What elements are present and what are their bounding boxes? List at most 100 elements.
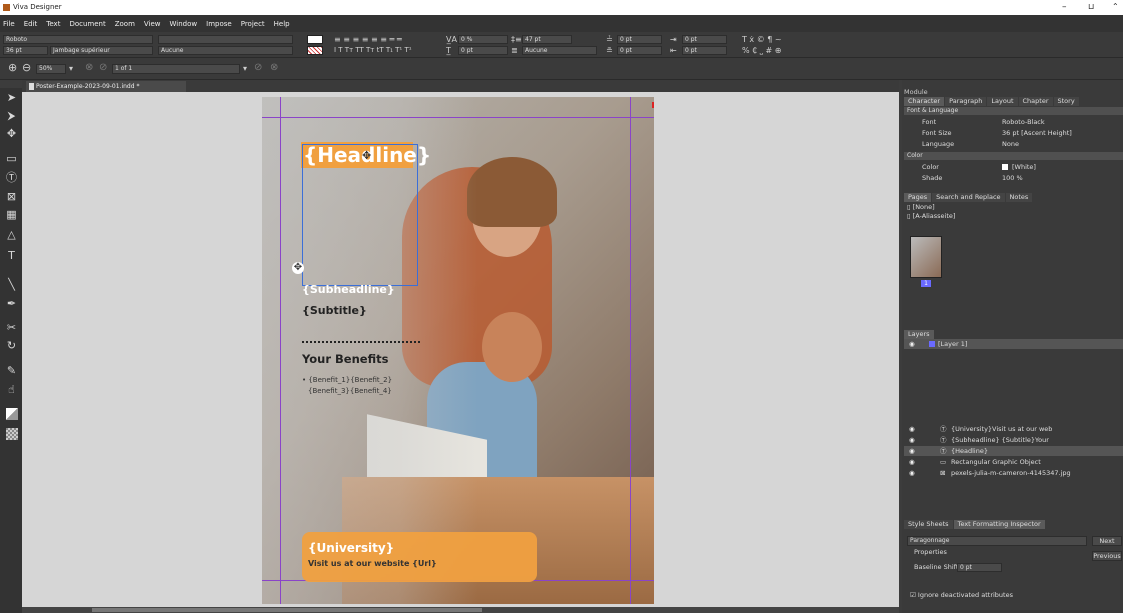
text-frame-tool-icon[interactable]: Ⓣ bbox=[4, 170, 19, 185]
last-page-icon[interactable]: ⊗ bbox=[270, 63, 278, 73]
line-tool-icon[interactable]: ╲ bbox=[4, 277, 19, 292]
font-value-panel[interactable]: Roboto-Black bbox=[1002, 117, 1045, 127]
shade-value[interactable]: 100 % bbox=[1002, 173, 1023, 183]
next-button[interactable]: Next bbox=[1092, 536, 1122, 546]
object-row-5[interactable]: ◉ ⊠ pexels-julia-m-cameron-4145347.jpg bbox=[904, 468, 1123, 478]
polygon-tool-icon[interactable]: △ bbox=[4, 227, 19, 242]
rotate-tool-icon[interactable]: ↻ bbox=[4, 338, 19, 353]
tracking-field[interactable]: 0 % bbox=[458, 35, 508, 44]
underline-select[interactable]: Aucune bbox=[158, 46, 293, 55]
zoom-out-icon[interactable]: ⊖ bbox=[22, 62, 31, 73]
horizontal-scrollbar[interactable] bbox=[22, 607, 899, 613]
menu-zoom[interactable]: Zoom bbox=[115, 20, 135, 28]
space-before-field[interactable]: 0 pt bbox=[617, 35, 662, 44]
eye-icon[interactable]: ◉ bbox=[909, 457, 915, 467]
paragraph-rule-select[interactable]: Aucune bbox=[522, 46, 597, 55]
restore-icon[interactable]: ⊔ bbox=[1088, 2, 1094, 11]
eye-icon[interactable]: ◉ bbox=[909, 424, 915, 434]
eyedropper-tool-icon[interactable]: ✎ bbox=[4, 363, 19, 378]
image-frame-tool-icon[interactable]: ⊠ bbox=[4, 189, 19, 204]
transparency-swatch-icon[interactable] bbox=[6, 428, 18, 440]
menu-project[interactable]: Project bbox=[241, 20, 265, 28]
benefits-line-2[interactable]: {Benefit_3}{Benefit_4} bbox=[308, 387, 392, 395]
direct-select-tool-icon[interactable]: ⮞ bbox=[4, 108, 19, 123]
ignore-attributes-row[interactable]: ☑ Ignore deactivated attributes bbox=[904, 590, 1123, 600]
leading-field[interactable]: 47 pt bbox=[522, 35, 572, 44]
tab-character[interactable]: Character bbox=[904, 97, 945, 106]
fill-stroke-swatch-icon[interactable] bbox=[6, 408, 18, 420]
hand-tool-icon[interactable]: ☝ bbox=[4, 382, 19, 397]
zoom-field[interactable]: 50% bbox=[36, 64, 66, 74]
pen-tool-icon[interactable]: ✒ bbox=[4, 296, 19, 311]
knife-tool-icon[interactable]: ✂ bbox=[4, 320, 19, 335]
previous-page-icon[interactable]: ⊘ bbox=[99, 63, 107, 73]
eye-icon[interactable]: ◉ bbox=[909, 468, 915, 478]
subtitle-text[interactable]: {Subtitle} bbox=[302, 304, 367, 317]
background-color-swatch[interactable] bbox=[307, 46, 323, 55]
font-variant-select[interactable] bbox=[158, 35, 293, 44]
eye-icon[interactable]: ◉ bbox=[909, 446, 915, 456]
master-a[interactable]: ▯ [A-Aliasseite] bbox=[904, 211, 1123, 221]
minimize-icon[interactable]: – bbox=[1062, 2, 1067, 12]
tab-style-sheets[interactable]: Style Sheets bbox=[904, 520, 953, 529]
font-language-header[interactable]: Font & Language bbox=[904, 107, 1123, 115]
tab-story[interactable]: Story bbox=[1053, 97, 1079, 106]
visit-text[interactable]: Visit us at our website {Url} bbox=[308, 559, 437, 568]
tab-text-formatting-inspector[interactable]: Text Formatting Inspector bbox=[953, 520, 1045, 529]
page-nav-field[interactable]: 1 of 1 bbox=[112, 64, 240, 74]
move-handle-icon[interactable]: ✥ bbox=[292, 262, 304, 274]
menu-text[interactable]: Text bbox=[46, 20, 60, 28]
tab-paragraph[interactable]: Paragraph bbox=[945, 97, 987, 106]
indent-left-field[interactable]: 0 pt bbox=[682, 35, 727, 44]
page-thumbnail[interactable] bbox=[910, 236, 942, 278]
color-swatch[interactable] bbox=[1002, 164, 1008, 170]
text-color-swatch[interactable] bbox=[307, 35, 323, 44]
paragraph-style-select[interactable]: Paragonnage bbox=[907, 536, 1087, 546]
space-after-field[interactable]: 0 pt bbox=[617, 46, 662, 55]
first-page-icon[interactable]: ⊗ bbox=[85, 63, 93, 73]
indent-right-field[interactable]: 0 pt bbox=[682, 46, 727, 55]
document-tab[interactable]: Poster-Example-2023-09-01.indd * bbox=[26, 81, 186, 92]
tab-pages[interactable]: Pages bbox=[904, 193, 932, 202]
menu-document[interactable]: Document bbox=[69, 20, 105, 28]
selected-text-frame[interactable] bbox=[302, 144, 418, 286]
eye-icon[interactable]: ◉ bbox=[909, 435, 915, 445]
color-value[interactable]: [White] bbox=[1012, 162, 1036, 172]
menu-view[interactable]: View bbox=[144, 20, 161, 28]
table-tool-icon[interactable]: ▦ bbox=[4, 207, 19, 222]
move-tool-icon[interactable]: ✥ bbox=[4, 126, 19, 141]
tab-search-replace[interactable]: Search and Replace bbox=[932, 193, 1005, 202]
object-row-2[interactable]: ◉ Ⓣ {Subheadline} {Subtitle}Your bbox=[904, 435, 1123, 445]
tab-layers[interactable]: Layers bbox=[904, 330, 934, 339]
font-size-value-panel[interactable]: 36 pt [Ascent Height] bbox=[1002, 128, 1072, 138]
next-page-icon[interactable]: ⊘ bbox=[254, 63, 262, 73]
menu-file[interactable]: File bbox=[3, 20, 15, 28]
menu-impose[interactable]: Impose bbox=[206, 20, 232, 28]
font-size-field[interactable]: 36 pt bbox=[3, 46, 48, 55]
tab-notes[interactable]: Notes bbox=[1005, 193, 1033, 202]
format-icons-row1[interactable]: T ẋ © ¶ ~ bbox=[742, 35, 782, 44]
object-row-3[interactable]: ◉ Ⓣ {Headline} bbox=[904, 446, 1123, 456]
footer-box[interactable] bbox=[302, 532, 537, 582]
align-left-icon[interactable]: ≡ ≡ ≡ ≡ ≡ ≡ ═ ═ bbox=[334, 35, 402, 44]
layer-row[interactable]: ◉ [Layer 1] bbox=[904, 339, 1123, 349]
poster-page[interactable]: {Headline} ✥ ✥ {Subheadline} {Subtitle} … bbox=[262, 97, 654, 604]
zoom-dropdown-icon[interactable]: ▾ bbox=[69, 64, 73, 73]
previous-button[interactable]: Previous bbox=[1092, 551, 1122, 561]
subheadline-text[interactable]: {Subheadline} bbox=[302, 283, 395, 296]
menu-edit[interactable]: Edit bbox=[24, 20, 38, 28]
tab-layout[interactable]: Layout bbox=[987, 97, 1018, 106]
font-select[interactable]: Roboto bbox=[3, 35, 153, 44]
object-row-1[interactable]: ◉ Ⓣ {University}Visit us at our web bbox=[904, 424, 1123, 434]
tab-chapter[interactable]: Chapter bbox=[1018, 97, 1053, 106]
format-icons-row2[interactable]: % ₵ ⎵ # ⊕ bbox=[742, 46, 781, 55]
language-value[interactable]: None bbox=[1002, 139, 1019, 149]
text-style-icons[interactable]: I T Tт TT Tт tT T₁ T¹ T¹ bbox=[334, 46, 412, 55]
size-mode-select[interactable]: Jambage supérieur bbox=[50, 46, 153, 55]
zoom-in-icon[interactable]: ⊕ bbox=[8, 62, 17, 73]
baseline-shift-field[interactable]: 0 pt bbox=[957, 563, 1002, 572]
benefits-line-1[interactable]: • {Benefit_1}{Benefit_2} bbox=[302, 376, 392, 384]
page-dropdown-icon[interactable]: ▾ bbox=[243, 64, 247, 73]
menu-help[interactable]: Help bbox=[274, 20, 290, 28]
university-text[interactable]: {University} bbox=[308, 541, 394, 555]
